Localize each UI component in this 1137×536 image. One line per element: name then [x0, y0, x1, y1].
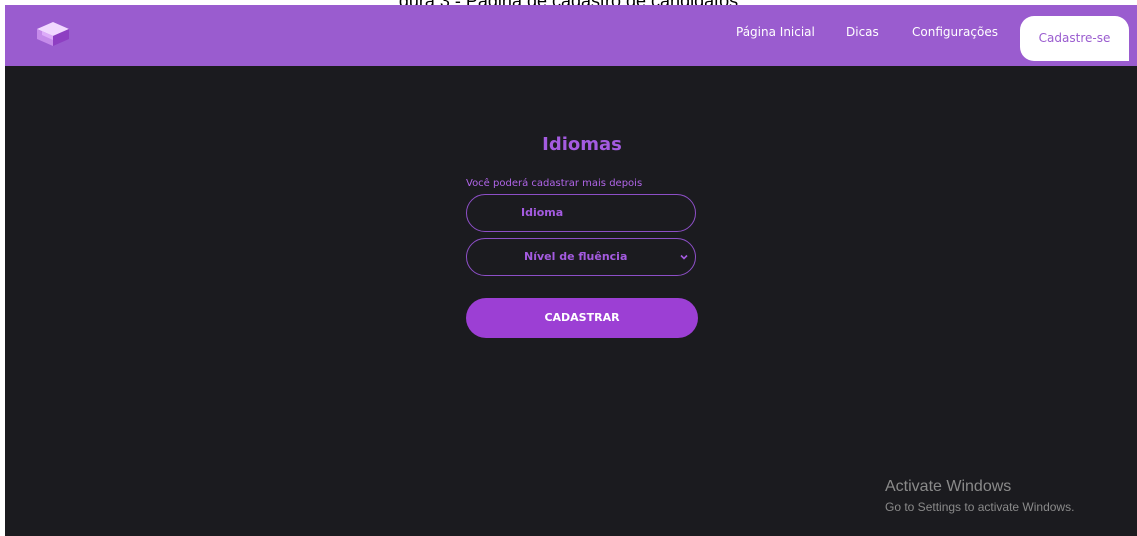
activation-watermark-title: Activate Windows [885, 478, 1012, 495]
fluency-selected-value: Nível de fluência [524, 250, 628, 263]
form-title: Idiomas [542, 134, 622, 155]
app-window: Página Inicial Dicas Configurações Cadas… [5, 5, 1137, 536]
cadastrar-button[interactable]: CADASTRAR [466, 298, 698, 338]
top-navbar: Página Inicial Dicas Configurações Cadas… [5, 5, 1137, 66]
nav-link-pagina-inicial[interactable]: Página Inicial [736, 25, 815, 39]
fluency-select[interactable]: Nível de fluência [466, 238, 696, 276]
form-hint: Você poderá cadastrar mais depois [466, 178, 643, 189]
box-cube-icon[interactable] [36, 21, 70, 47]
nav-link-configuracoes[interactable]: Configurações [912, 25, 998, 39]
chevron-down-icon [680, 254, 688, 260]
language-input[interactable]: Idioma [466, 194, 696, 232]
nav-link-dicas[interactable]: Dicas [846, 25, 879, 39]
nav-cadastre-button[interactable]: Cadastre-se [1020, 16, 1129, 61]
language-placeholder: Idioma [521, 206, 564, 219]
activation-watermark-subtitle: Go to Settings to activate Windows. [885, 500, 1075, 514]
